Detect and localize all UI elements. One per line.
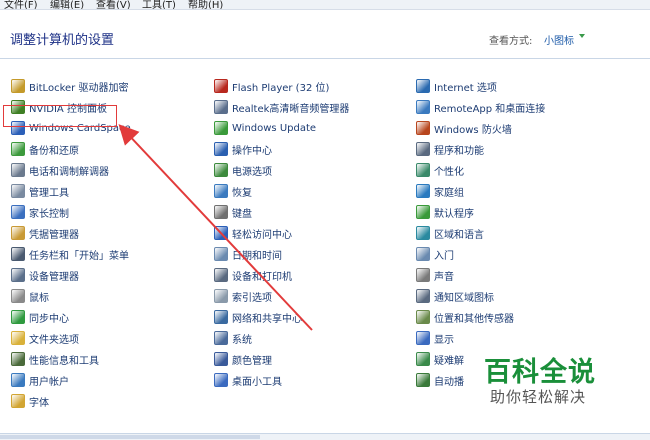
watermark-title: 百科全说 <box>484 357 596 388</box>
status-bar-segment <box>0 435 260 439</box>
arrow-line <box>118 124 313 331</box>
watermark-subtitle: 助你轻松解决 <box>490 388 587 406</box>
